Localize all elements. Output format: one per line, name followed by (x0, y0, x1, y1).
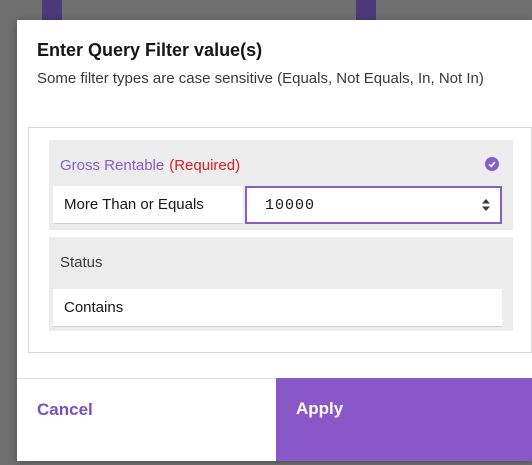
dialog-title: Enter Query Filter value(s) (37, 40, 263, 60)
query-filter-dialog: Enter Query Filter value(s) Some filter … (17, 20, 532, 461)
dialog-footer: Cancel Apply (17, 378, 532, 461)
up-down-stepper-icon[interactable] (481, 197, 491, 213)
filter-list: Gross Rentable (Required) More Than or Eq… (28, 127, 532, 353)
background-element (42, 0, 62, 20)
filter-label: Gross Rentable (Required) (60, 157, 240, 174)
dialog-subtitle: Some filter types are case sensitive (Eq… (37, 70, 484, 87)
operator-select[interactable]: More Than or Equals (53, 186, 243, 224)
background-element (356, 0, 376, 20)
operator-value: More Than or Equals (64, 196, 204, 213)
filter-name: Gross Rentable (60, 157, 165, 174)
filter-gross-rentable: Gross Rentable (Required) More Than or Eq… (49, 140, 513, 230)
filter-status: Status Contains (49, 237, 513, 331)
filter-label: Status (60, 254, 103, 271)
required-indicator: (Required) (169, 157, 241, 174)
operator-select[interactable]: Contains (53, 289, 502, 327)
cancel-label: Cancel (37, 400, 93, 419)
value-input[interactable]: 10000 (245, 186, 502, 224)
checkmark-circle-icon (485, 157, 499, 171)
cancel-button[interactable]: Cancel (17, 379, 276, 461)
input-value: 10000 (265, 197, 316, 214)
apply-label: Apply (296, 399, 344, 418)
operator-value: Contains (64, 299, 124, 316)
apply-button[interactable]: Apply (276, 378, 532, 461)
